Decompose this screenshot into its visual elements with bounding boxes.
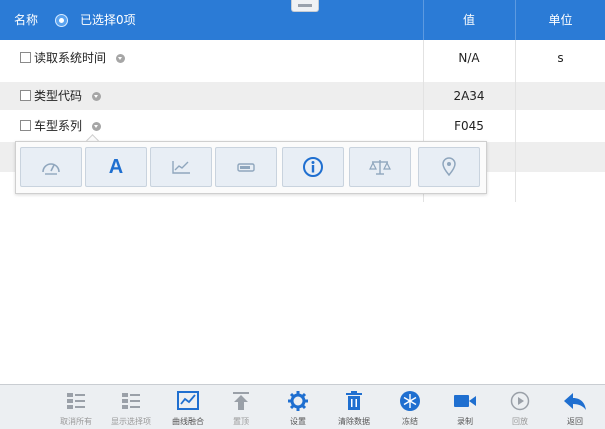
- row-checkbox[interactable]: [20, 120, 31, 131]
- clear-data-button[interactable]: 清除数据: [329, 387, 379, 429]
- row-unit: s: [557, 51, 564, 65]
- playback-button[interactable]: 回放: [495, 387, 545, 429]
- chart-merge-icon: [176, 390, 200, 412]
- cancel-all-button[interactable]: 取消所有: [51, 387, 101, 429]
- video-camera-icon: [453, 390, 477, 412]
- curve-merge-button[interactable]: 曲线融合: [163, 387, 213, 429]
- row-value: N/A: [458, 51, 480, 65]
- trash-icon: [342, 390, 366, 412]
- toolbar-label: 清除数据: [338, 417, 370, 426]
- balance-mode-button[interactable]: [349, 147, 411, 187]
- back-arrow-icon: [563, 390, 587, 412]
- text-mode-button[interactable]: A: [85, 147, 147, 187]
- row-checkbox[interactable]: [20, 52, 31, 63]
- line-chart-icon: [172, 161, 190, 174]
- grid-list-icon: [64, 390, 88, 412]
- row-dropdown-icon[interactable]: [116, 54, 125, 63]
- gear-icon: [286, 390, 310, 412]
- toolbar-label: 冻结: [402, 417, 418, 426]
- snowflake-icon: [398, 390, 422, 412]
- toolbar-label: 回放: [512, 417, 528, 426]
- header-selected-count: 已选择0项: [80, 13, 136, 27]
- toolbar-label: 设置: [290, 417, 306, 426]
- header-name-label: 名称: [14, 13, 39, 27]
- row-checkbox[interactable]: [20, 90, 31, 101]
- row-value: F045: [454, 119, 484, 133]
- row-label: 读取系统时间: [34, 51, 107, 65]
- location-mode-button[interactable]: [418, 147, 480, 187]
- header-value-label: 值: [462, 13, 475, 27]
- column-divider: [515, 40, 516, 202]
- gauge-mode-button[interactable]: [20, 147, 82, 187]
- toolbar-label: 取消所有: [60, 417, 92, 426]
- row-value: 2A34: [453, 89, 485, 103]
- pull-handle[interactable]: [291, 0, 319, 12]
- location-icon: [442, 157, 456, 177]
- play-icon: [508, 390, 532, 412]
- record-button[interactable]: 录制: [440, 387, 490, 429]
- header-unit-label: 单位: [548, 13, 573, 27]
- row-label: 车型系列: [34, 119, 83, 133]
- check-list-icon: [119, 390, 143, 412]
- pin-top-button[interactable]: 置顶: [216, 387, 266, 429]
- freeze-button[interactable]: 冻结: [385, 387, 435, 429]
- bar-icon: [237, 163, 255, 172]
- back-button[interactable]: 返回: [550, 387, 600, 429]
- toolbar-label: 返回: [567, 417, 583, 426]
- balance-icon: [369, 160, 391, 175]
- bottom-toolbar: 取消所有 显示选择项 曲线融合 置顶 设置 清除数据 冻结 录制 回放 返回: [0, 384, 605, 429]
- row-dropdown-icon[interactable]: [92, 92, 101, 101]
- row-label: 类型代码: [34, 89, 83, 103]
- info-icon: [303, 157, 323, 177]
- select-all-radio[interactable]: [55, 14, 68, 27]
- table-header: 名称 已选择0项 值 单位: [0, 0, 605, 40]
- gauge-icon: [42, 163, 60, 175]
- display-mode-popup: A: [15, 141, 487, 194]
- settings-button[interactable]: 设置: [273, 387, 323, 429]
- toolbar-label: 显示选择项: [111, 417, 151, 426]
- info-mode-button[interactable]: [282, 147, 344, 187]
- arrow-up-top-icon: [229, 390, 253, 412]
- bar-mode-button[interactable]: [215, 147, 277, 187]
- row-dropdown-icon[interactable]: [92, 122, 101, 131]
- show-selected-button[interactable]: 显示选择项: [106, 387, 156, 429]
- toolbar-label: 录制: [457, 417, 473, 426]
- toolbar-label: 置顶: [233, 417, 249, 426]
- text-icon: A: [108, 155, 124, 178]
- line-chart-mode-button[interactable]: [150, 147, 212, 187]
